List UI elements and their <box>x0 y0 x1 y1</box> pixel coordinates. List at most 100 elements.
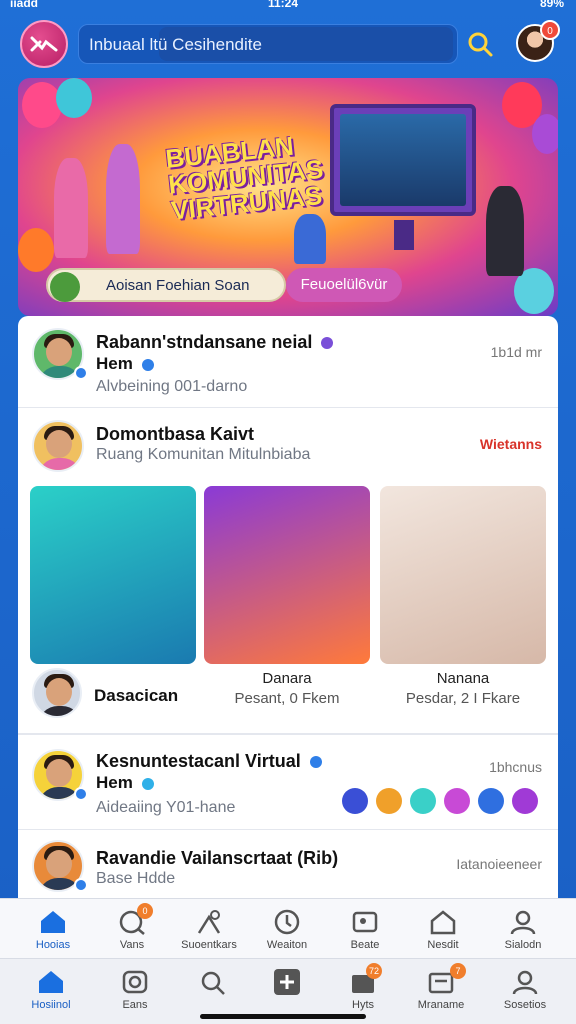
tab-search[interactable] <box>172 959 254 1019</box>
search-input-text: Inbuaal ltü Cesihendite <box>89 35 262 54</box>
teacher-figure <box>486 186 524 276</box>
plus-icon <box>274 969 300 995</box>
verified-badge-icon <box>74 366 88 380</box>
post-image-games[interactable] <box>30 486 196 664</box>
tv-screen <box>340 114 466 206</box>
search-input[interactable]: Inbuaal ltü Cesihendite <box>78 24 458 64</box>
profile-icon <box>510 910 536 935</box>
child-figure <box>106 144 140 254</box>
tab-camera[interactable]: Eans <box>94 959 176 1019</box>
avatar-face <box>46 430 72 458</box>
hero-left-button[interactable]: Aoisan Foehian Soan <box>46 268 286 302</box>
tab-label: Vans <box>119 939 145 951</box>
tab-profile[interactable]: Sosetios <box>484 959 566 1019</box>
chat-badge: 0 <box>137 903 153 919</box>
reaction-icon[interactable] <box>376 788 402 814</box>
tab-label: Hyts <box>352 999 374 1011</box>
feed-item-meta: Wietanns <box>479 436 542 452</box>
avatar-face <box>46 338 72 366</box>
tab-home[interactable]: Hooias <box>12 899 94 959</box>
feed-item-subtitle: Base Hdde <box>96 870 176 887</box>
heart-icon <box>141 777 154 790</box>
inbox-badge: 72 <box>366 963 382 979</box>
balloon-icon <box>22 82 62 128</box>
search-icon[interactable] <box>466 30 494 58</box>
post-caption-sub: Pesdar, 2 I Fkare <box>405 690 521 707</box>
feed-item-name: Domontbasa Kaivt <box>96 424 255 444</box>
feed-item-name: Ravandie Vailanscrtaat (Rib) <box>96 848 339 868</box>
app-logo[interactable] <box>20 20 68 68</box>
feed-item-subtitle: Alvbeining 001-darno <box>96 378 248 395</box>
tv-illustration <box>330 104 476 250</box>
post-caption-title: Dasacican <box>94 686 179 705</box>
balloon-icon <box>18 228 54 272</box>
reaction-icon[interactable] <box>512 788 538 814</box>
feed-item-name-line2: Hem <box>96 354 154 374</box>
hero-left-button-label: Aoisan Foehian Soan <box>106 277 250 294</box>
home-icon <box>39 971 63 993</box>
feed-item-name-line2-text: Hem <box>96 354 133 373</box>
tab-label: Suoentkars <box>181 939 237 951</box>
feed-item-meta: 1b1d mr <box>490 344 542 360</box>
reaction-icon[interactable] <box>478 788 504 814</box>
reaction-icon[interactable] <box>444 788 470 814</box>
tab-label: Mraname <box>417 999 465 1011</box>
search-icon <box>201 971 225 995</box>
feed-list: Rabann'stndansane neial Hem Alvbeining 0… <box>18 316 558 898</box>
feed-item-name-text: Kesnuntestacanl Virtual <box>96 751 301 771</box>
tab-bar-primary: Hooias 0 Vans Suoentkars Weaiton Beate N… <box>0 898 576 958</box>
feed-item-name-line2: Hem <box>96 773 154 793</box>
avatar-face <box>46 759 72 787</box>
tab-explore[interactable]: Weaiton <box>246 899 328 959</box>
home-icon <box>41 911 65 933</box>
avatar-shirt <box>38 458 82 470</box>
hero-right-button[interactable]: Feuoelül6vür <box>286 268 402 302</box>
heart-icon <box>141 358 154 371</box>
reaction-icon[interactable] <box>342 788 368 814</box>
home-indicator[interactable] <box>200 1014 366 1019</box>
profile-icon <box>512 970 538 995</box>
reaction-icon[interactable] <box>410 788 436 814</box>
tab-create[interactable] <box>246 959 328 1019</box>
heart-icon <box>321 337 334 350</box>
logo-mark-icon <box>30 36 58 52</box>
tab-nearby[interactable]: Nesdit <box>402 899 484 959</box>
child-figure <box>54 158 88 258</box>
verified-icon <box>309 756 322 769</box>
hero-banner[interactable]: BUABLAN KOMUNITAS VIRTRUNAS Aoisan Foehi… <box>18 78 558 316</box>
tab-label: Sosetios <box>503 999 547 1011</box>
avatar[interactable] <box>32 668 82 718</box>
tab-profile[interactable]: Sialodn <box>482 899 564 959</box>
tab-chat[interactable]: 0 Vans <box>91 899 173 959</box>
feed-item-name-text: Rabann'stndansane neial <box>96 332 313 352</box>
tab-label: Beate <box>350 939 380 951</box>
post-image-tablet[interactable] <box>204 486 370 664</box>
avatar[interactable] <box>32 420 84 472</box>
tab-home[interactable]: Hosiinol <box>10 959 92 1019</box>
feed-item-meta: Iatanoieeneer <box>456 856 542 872</box>
feed-item-subtitle: Aideaiing Y01-hane <box>96 799 236 816</box>
balloon-icon <box>532 114 558 154</box>
post-image-classroom[interactable] <box>380 486 546 664</box>
camera-icon <box>122 970 148 994</box>
tab-messages[interactable]: 7 Mraname <box>400 959 482 1019</box>
clock: 11:24 <box>268 0 299 10</box>
tab-label: Sialodn <box>504 939 542 951</box>
compass-icon <box>274 909 300 935</box>
tab-label: Hosiinol <box>31 999 71 1011</box>
tab-label: Nesdit <box>427 939 459 951</box>
feed-item[interactable]: Ravandie Vailanscrtaat (Rib) Base Hdde I… <box>18 830 558 898</box>
tab-label: Eans <box>122 999 148 1011</box>
balloon-icon <box>56 78 92 118</box>
tab-community[interactable]: Suoentkars <box>168 899 250 959</box>
feed-item-name: Rabann'stndansane neial <box>96 332 334 353</box>
tab-label: Hooias <box>35 939 71 951</box>
post-caption-title: Danara <box>262 670 312 687</box>
verified-badge-icon <box>74 878 88 892</box>
verified-badge-icon <box>74 787 88 801</box>
notification-badge[interactable]: 0 <box>540 20 560 40</box>
feed-item[interactable]: Rabann'stndansane neial Hem Alvbeining 0… <box>18 316 558 408</box>
tab-gallery[interactable]: Beate <box>324 899 406 959</box>
community-icon <box>197 910 221 934</box>
tab-inbox[interactable]: 72 Hyts <box>322 959 404 1019</box>
